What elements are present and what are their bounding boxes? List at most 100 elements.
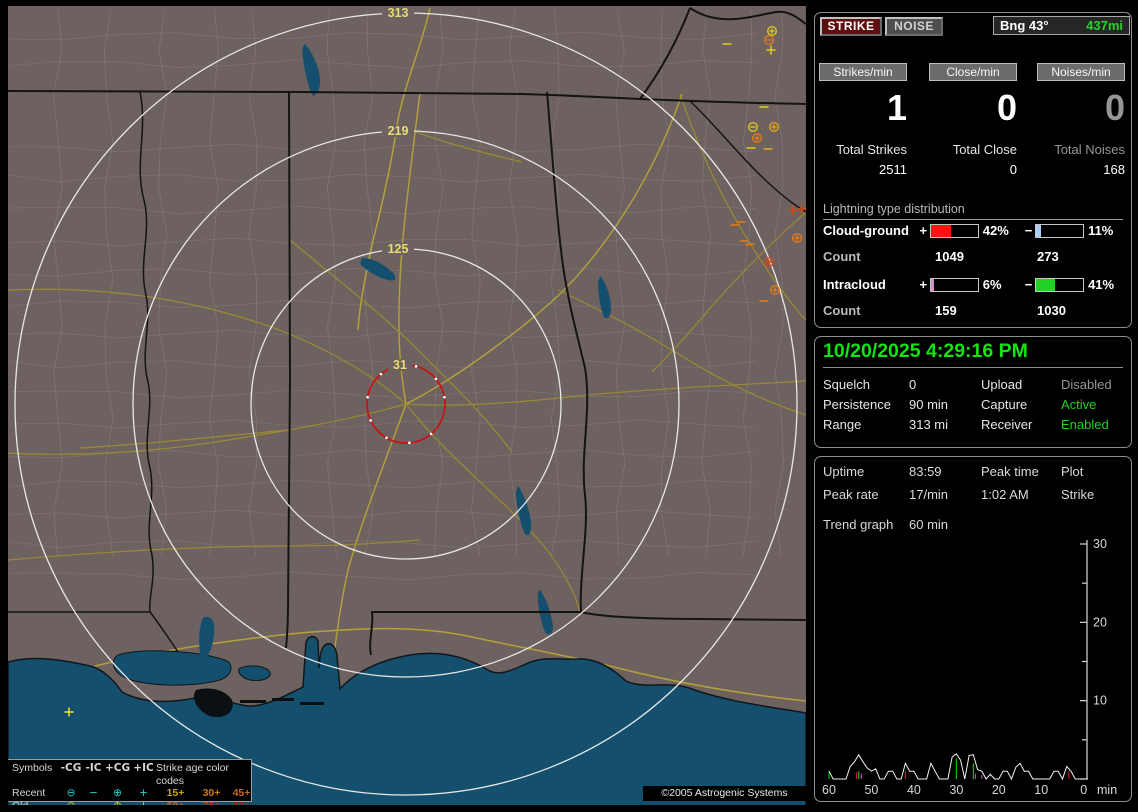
- map-legend: Symbols -CG -IC +CG +IC Strike age color…: [8, 759, 252, 802]
- pos-cg-recent-icon: ⊕: [104, 787, 131, 800]
- noise-toggle-button[interactable]: NOISE: [885, 17, 943, 36]
- noises-column: Noises/min 0 Total Noises 168: [1037, 63, 1125, 177]
- legend-row-recent: Recent: [12, 787, 59, 800]
- close-column: Close/min 0 Total Close 0: [929, 63, 1017, 177]
- status-panel: 10/20/2025 4:29:16 PM Squelch 0 Upload D…: [814, 336, 1132, 448]
- legend-symbols-header: Symbols: [12, 762, 59, 787]
- close-per-min-chip[interactable]: Close/min: [929, 63, 1017, 81]
- capture-value: Active: [1061, 397, 1096, 412]
- upload-label: Upload: [981, 377, 1022, 392]
- trend-chart: 30 20 10 60 50 40 30 20 10 0 min: [815, 457, 1131, 799]
- capture-label: Capture: [981, 397, 1027, 412]
- svg-text:50: 50: [864, 783, 878, 797]
- strike-toggle-button[interactable]: STRIKE: [820, 17, 882, 36]
- ic-plus-pct: 6%: [983, 277, 1022, 292]
- age-60: 60+: [156, 800, 195, 806]
- legend-col-neg-cg: -CG: [59, 762, 83, 787]
- plus-sign: +: [916, 223, 930, 238]
- strikes-column: Strikes/min 1 Total Strikes 2511: [819, 63, 907, 177]
- neg-ic-old-icon: −: [83, 800, 104, 806]
- cg-minus-pct: 11%: [1088, 223, 1127, 238]
- squelch-label: Squelch: [823, 377, 870, 392]
- persistence-value: 90 min: [909, 397, 948, 412]
- total-noises-value: 168: [1037, 162, 1125, 177]
- cg-plus-pct: 42%: [983, 223, 1022, 238]
- ic-minus-count: 1030: [1037, 303, 1066, 318]
- ic-minus-bar: [1035, 278, 1084, 292]
- svg-text:0: 0: [1080, 783, 1087, 797]
- bearing-value: Bng 43°: [1000, 18, 1049, 33]
- minus-sign: −: [1022, 223, 1036, 238]
- svg-text:40: 40: [907, 783, 921, 797]
- nexstorm-app: { "header": { "strike_label": "STRIKE", …: [0, 0, 1138, 812]
- bearing-distance-display: Bng 43° 437mi: [993, 16, 1130, 35]
- cloud-ground-label: Cloud-ground: [823, 223, 916, 238]
- total-strikes-label: Total Strikes: [819, 142, 907, 157]
- cg-minus-count: 273: [1037, 249, 1059, 264]
- svg-text:min: min: [1097, 783, 1117, 797]
- svg-text:30: 30: [1093, 537, 1107, 551]
- noises-per-min-chip[interactable]: Noises/min: [1037, 63, 1125, 81]
- intracloud-label: Intracloud: [823, 277, 916, 292]
- ic-count-label: Count: [823, 303, 861, 318]
- range-label: Range: [823, 417, 861, 432]
- total-noises-label: Total Noises: [1037, 142, 1125, 157]
- legend-age-title: Strike age color codes: [156, 762, 255, 787]
- age-90: 90+: [228, 800, 255, 806]
- total-close-label: Total Close: [929, 142, 1017, 157]
- distance-value: 437mi: [1086, 18, 1123, 33]
- cg-plus-bar: [930, 224, 979, 238]
- upload-value: Disabled: [1061, 377, 1112, 392]
- copyright-notice: ©2005 Astrogenic Systems: [643, 786, 806, 801]
- age-45: 45+: [228, 787, 255, 800]
- distribution-title: Lightning type distribution: [823, 202, 1123, 220]
- legend-col-pos-ic: +IC: [131, 762, 156, 787]
- cloud-ground-row: Cloud-ground + 42% − 11%: [823, 223, 1127, 238]
- statistics-panel: STRIKE NOISE Bng 43° 437mi Strikes/min 1…: [814, 12, 1132, 328]
- datetime-display: 10/20/2025 4:29:16 PM: [823, 340, 1123, 368]
- age-30: 30+: [195, 787, 228, 800]
- legend-col-neg-ic: -IC: [83, 762, 104, 787]
- pos-cg-old-icon: ⊕: [104, 800, 131, 806]
- neg-ic-recent-icon: −: [83, 787, 104, 800]
- cg-minus-bar: [1035, 224, 1084, 238]
- pos-ic-recent-icon: +: [131, 787, 156, 800]
- range-value: 313 mi: [909, 417, 948, 432]
- intracloud-row: Intracloud + 6% − 41%: [823, 277, 1127, 292]
- svg-text:313: 313: [388, 6, 409, 20]
- persistence-label: Persistence: [823, 397, 891, 412]
- minus-sign: −: [1022, 277, 1036, 292]
- receiver-label: Receiver: [981, 417, 1032, 432]
- total-strikes-value: 2511: [819, 162, 907, 177]
- ic-minus-pct: 41%: [1088, 277, 1127, 292]
- ic-plus-bar: [930, 278, 979, 292]
- total-close-value: 0: [929, 162, 1017, 177]
- svg-text:125: 125: [388, 242, 409, 256]
- svg-text:60: 60: [822, 783, 836, 797]
- svg-text:10: 10: [1093, 694, 1107, 708]
- trend-panel: Uptime 83:59 Peak time Plot Peak rate 17…: [814, 456, 1132, 802]
- legend-row-old: Old: [12, 800, 59, 806]
- close-per-min-value: 0: [929, 90, 1017, 126]
- neg-cg-recent-icon: ⊖: [59, 787, 83, 800]
- neg-cg-old-icon: ⊖: [59, 800, 83, 806]
- cg-count-label: Count: [823, 249, 861, 264]
- pos-ic-old-icon: +: [131, 800, 156, 806]
- strikes-per-min-value: 1: [819, 90, 907, 126]
- svg-text:31: 31: [393, 358, 407, 372]
- age-15: 15+: [156, 787, 195, 800]
- legend-col-pos-cg: +CG: [104, 762, 131, 787]
- cg-plus-count: 1049: [935, 249, 964, 264]
- svg-text:20: 20: [992, 783, 1006, 797]
- ic-plus-count: 159: [935, 303, 957, 318]
- svg-text:30: 30: [949, 783, 963, 797]
- receiver-value: Enabled: [1061, 417, 1109, 432]
- noises-per-min-value: 0: [1037, 90, 1125, 126]
- radar-map[interactable]: 313 219 125 31 Symbols -CG -IC +CG +IC Stri…: [8, 6, 806, 805]
- strikes-per-min-chip[interactable]: Strikes/min: [819, 63, 907, 81]
- svg-text:20: 20: [1093, 615, 1107, 629]
- age-75: 75+: [195, 800, 228, 806]
- plus-sign: +: [916, 277, 930, 292]
- svg-text:219: 219: [388, 124, 409, 138]
- svg-text:10: 10: [1034, 783, 1048, 797]
